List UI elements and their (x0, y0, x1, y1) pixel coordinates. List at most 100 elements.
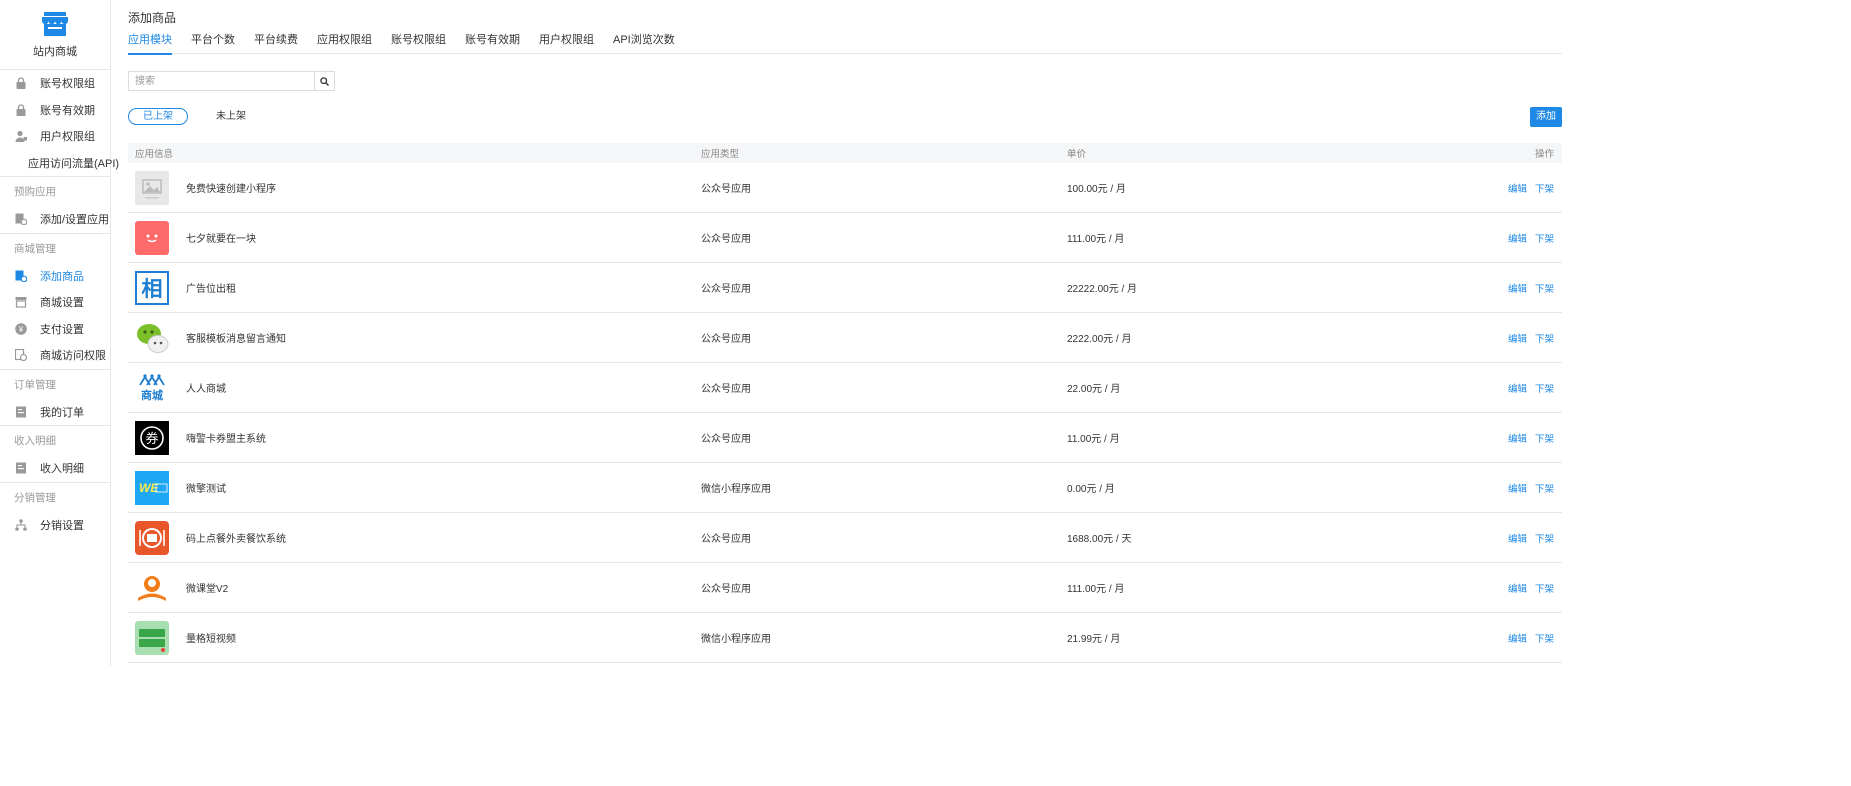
sidebar-item-distribution-setting[interactable]: 分销设置 (0, 512, 110, 539)
sidebar-item-payment-setting[interactable]: ¥ 支付设置 (0, 316, 110, 343)
remove-link[interactable]: 下架 (1535, 231, 1554, 245)
brand[interactable]: 站内商城 (0, 0, 110, 70)
app-name: 广告位出租 (186, 284, 236, 295)
remove-link[interactable]: 下架 (1535, 531, 1554, 545)
app-type: 公众号应用 (701, 434, 751, 445)
app-type: 公众号应用 (701, 284, 751, 295)
app-type: 公众号应用 (701, 234, 751, 245)
sidebar-item-label: 账号权限组 (40, 78, 95, 91)
tab-user-permission-group[interactable]: 用户权限组 (539, 32, 594, 54)
remove-link[interactable]: 下架 (1535, 381, 1554, 395)
sidebar-item-account-validity[interactable]: 账号有效期 (0, 97, 110, 124)
store-logo-icon (42, 11, 68, 36)
user-icon (15, 131, 27, 143)
app-name: 客服模板消息留言通知 (186, 334, 286, 345)
app-price: 1688.00元 / 天 (1067, 534, 1132, 545)
sidebar: 站内商城 账号权限组 账号有效期 用户权限组 P 应用访问流量(API) 预购应… (0, 0, 119, 666)
placeholder-image-icon (135, 170, 169, 205)
edit-link[interactable]: 编辑 (1508, 531, 1527, 545)
app-info-cell: 微课堂V2 (128, 571, 701, 605)
filter-off-shelf[interactable]: 未上架 (201, 108, 261, 125)
edit-link[interactable]: 编辑 (1508, 631, 1527, 645)
filter-on-shelf[interactable]: 已上架 (128, 108, 188, 125)
sidebar-item-store-access[interactable]: 商城访问权限 (0, 342, 110, 369)
app-info-cell: 七夕就要在一块 (128, 220, 701, 255)
coupon-icon: 券 (135, 420, 169, 455)
remove-link[interactable]: 下架 (1535, 281, 1554, 295)
sidebar-item-user-permission[interactable]: 用户权限组 (0, 123, 110, 150)
sidebar-group-title: 订单管理 (0, 368, 110, 399)
table-row: 券 嗨警卡券盟主系统 公众号应用 11.00元 / 月 编辑 下架 (128, 413, 1562, 463)
sidebar-item-add-goods[interactable]: 添加商品 (0, 263, 110, 290)
sidebar-item-store-setting[interactable]: 商城设置 (0, 289, 110, 316)
sidebar-item-label: 应用访问流量(API) (28, 157, 120, 170)
edit-link[interactable]: 编辑 (1508, 331, 1527, 345)
search-button[interactable] (314, 71, 335, 91)
app-name: 微擎测试 (186, 484, 226, 495)
remove-link[interactable]: 下架 (1535, 631, 1554, 645)
sidebar-item-label: 添加/设置应用 (40, 214, 110, 227)
search-icon (320, 76, 329, 86)
svg-text:相: 相 (142, 277, 163, 301)
sidebar-item-income-detail[interactable]: 收入明细 (0, 455, 110, 482)
tab-account-validity[interactable]: 账号有效期 (465, 32, 520, 54)
app-name: 嗨警卡券盟主系统 (186, 434, 266, 445)
tab-platform-count[interactable]: 平台个数 (191, 32, 235, 54)
edit-link[interactable]: 编辑 (1508, 381, 1527, 395)
svg-text:¥: ¥ (18, 325, 24, 334)
remove-link[interactable]: 下架 (1535, 431, 1554, 445)
app-type: 公众号应用 (701, 534, 751, 545)
remove-link[interactable]: 下架 (1535, 481, 1554, 495)
remove-link[interactable]: 下架 (1535, 581, 1554, 595)
sidebar-item-my-orders[interactable]: 我的订单 (0, 399, 110, 426)
table-row: 码上点餐外卖餐饮系统 公众号应用 1688.00元 / 天 编辑 下架 (128, 513, 1562, 563)
app-price: 22.00元 / 月 (1067, 384, 1121, 395)
tab-platform-renewal[interactable]: 平台续费 (254, 32, 298, 54)
short-video-icon (135, 620, 169, 655)
sidebar-group-title: 商城管理 (0, 232, 110, 263)
edit-link[interactable]: 编辑 (1508, 581, 1527, 595)
sidebar-group-title: 收入明细 (0, 425, 110, 455)
tab-app-module[interactable]: 应用模块 (128, 32, 172, 55)
app-info-cell: 客服模板消息留言通知 (128, 321, 701, 355)
app-name: 免费快速创建小程序 (186, 184, 276, 195)
tab-api-views[interactable]: API浏览次数 (613, 32, 675, 54)
app-info-cell: 商城 人人商城 (128, 371, 701, 405)
sidebar-item-api-traffic[interactable]: P 应用访问流量(API) (0, 150, 119, 177)
food-order-icon (135, 520, 169, 555)
sidebar-item-app-setting[interactable]: 添加/设置应用 (0, 206, 110, 233)
add-goods-icon (15, 270, 27, 282)
search-input[interactable] (128, 71, 314, 91)
remove-link[interactable]: 下架 (1535, 331, 1554, 345)
tab-account-permission-group[interactable]: 账号权限组 (391, 32, 446, 54)
col-header-price: 单价 (1067, 149, 1087, 160)
app-price: 11.00元 / 月 (1067, 434, 1120, 445)
search-box (128, 71, 335, 91)
sidebar-item-label: 商城访问权限 (40, 350, 106, 363)
shelf-filter: 已上架 未上架 (128, 108, 261, 125)
app-type: 公众号应用 (701, 584, 751, 595)
col-header-app-info: 应用信息 (135, 149, 174, 160)
brand-name: 站内商城 (33, 45, 77, 58)
sidebar-item-label: 我的订单 (40, 406, 84, 419)
add-button[interactable]: 添加 (1530, 107, 1562, 127)
tab-app-permission-group[interactable]: 应用权限组 (317, 32, 372, 54)
app-price: 22222.00元 / 月 (1067, 284, 1138, 295)
app-info-cell: 码上点餐外卖餐饮系统 (128, 520, 701, 555)
edit-link[interactable]: 编辑 (1508, 431, 1527, 445)
edit-link[interactable]: 编辑 (1508, 281, 1527, 295)
table-row: 客服模板消息留言通知 公众号应用 2222.00元 / 月 编辑 下架 (128, 313, 1562, 363)
edit-link[interactable]: 编辑 (1508, 481, 1527, 495)
classroom-icon (135, 571, 169, 605)
app-type: 微信小程序应用 (701, 634, 771, 645)
sidebar-item-account-permission[interactable]: 账号权限组 (0, 70, 110, 97)
edit-link[interactable]: 编辑 (1508, 231, 1527, 245)
edit-link[interactable]: 编辑 (1508, 181, 1527, 195)
app-name: 七夕就要在一块 (186, 234, 256, 245)
sidebar-item-label: 账号有效期 (40, 104, 95, 117)
remove-link[interactable]: 下架 (1535, 181, 1554, 195)
goods-table: 应用信息 应用类型 单价 操作 免费快速创建小程序 公众号应用 100.00元 … (128, 143, 1562, 663)
app-info-cell: WE 微擎测试 (128, 470, 701, 505)
app-price: 111.00元 / 月 (1067, 234, 1125, 245)
sidebar-item-label: 收入明细 (40, 463, 84, 476)
